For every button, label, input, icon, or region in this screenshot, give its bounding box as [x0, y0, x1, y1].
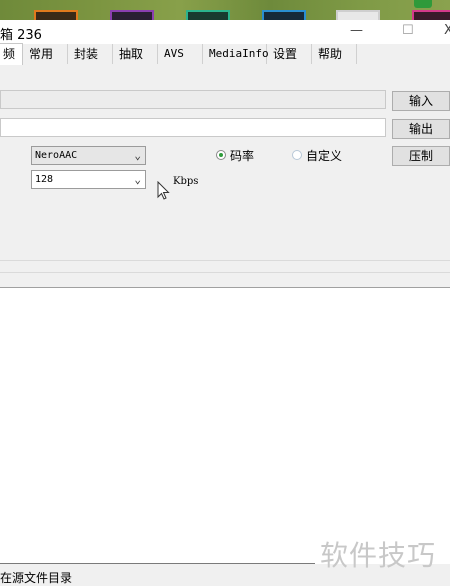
desktop-app-icon[interactable]: [110, 10, 154, 20]
desktop-background: [0, 0, 450, 20]
divider: [0, 260, 450, 261]
output-location-checkbox-label[interactable]: 在源文件目录: [0, 569, 72, 586]
desktop-app-icon[interactable]: [262, 10, 306, 20]
custom-mode-label: 自定义: [306, 149, 343, 163]
tab-mux[interactable]: 封装: [68, 44, 113, 64]
input-file-field[interactable]: [0, 90, 386, 109]
tab-audio[interactable]: 频: [0, 43, 23, 65]
divider: [0, 272, 450, 273]
divider: [0, 563, 315, 564]
close-button[interactable]: X: [444, 23, 450, 38]
desktop-app-icon[interactable]: [34, 10, 78, 20]
output-button[interactable]: 输出: [392, 119, 450, 139]
codec-select-value: NeroAAC: [35, 150, 78, 161]
output-file-field[interactable]: [0, 118, 386, 137]
codec-select[interactable]: NeroAAC ⌄: [31, 146, 146, 165]
tab-avs[interactable]: AVS: [158, 44, 203, 64]
tab-bar: 频 常用 封装 抽取 AVS MediaInfo 设置 帮助: [0, 43, 450, 66]
tab-settings[interactable]: 设置: [267, 44, 312, 64]
window-title: 箱 236: [0, 28, 42, 43]
notification-badge: [414, 0, 432, 8]
watermark: 软件技巧: [320, 539, 437, 572]
chevron-down-icon: ⌄: [134, 149, 141, 162]
tab-common[interactable]: 常用: [23, 44, 68, 64]
bitrate-select[interactable]: 128 ⌄: [31, 170, 146, 189]
chevron-down-icon: ⌄: [134, 173, 141, 186]
bitrate-select-value: 128: [35, 174, 54, 185]
tab-help[interactable]: 帮助: [312, 44, 357, 64]
desktop-app-icon[interactable]: [186, 10, 230, 20]
tab-extract[interactable]: 抽取: [113, 44, 158, 64]
mouse-pointer-icon: [157, 181, 170, 200]
bitrate-mode-label: 码率: [230, 149, 255, 163]
input-button[interactable]: 输入: [392, 91, 450, 111]
compress-button[interactable]: 压制: [392, 146, 450, 166]
bitrate-unit-label: Kbps: [173, 176, 199, 187]
minimize-button[interactable]: —: [350, 23, 363, 38]
app-root: 箱 236 — ☐ X 频 常用 封装 抽取 AVS MediaInfo 设置 …: [0, 0, 450, 586]
desktop-app-icon[interactable]: [412, 10, 450, 20]
custom-mode-radio[interactable]: [292, 150, 302, 160]
audio-panel: 输入 输出 NeroAAC ⌄ 码率 自定义 压制 128 ⌄ Kbps: [0, 65, 450, 287]
bitrate-mode-radio[interactable]: [216, 150, 226, 160]
maximize-button[interactable]: ☐: [402, 23, 414, 38]
log-area[interactable]: [0, 287, 450, 564]
title-bar: 箱 236 — ☐ X: [0, 20, 450, 44]
desktop-app-icon[interactable]: [336, 10, 380, 20]
tab-mediainfo[interactable]: MediaInfo: [203, 44, 269, 64]
